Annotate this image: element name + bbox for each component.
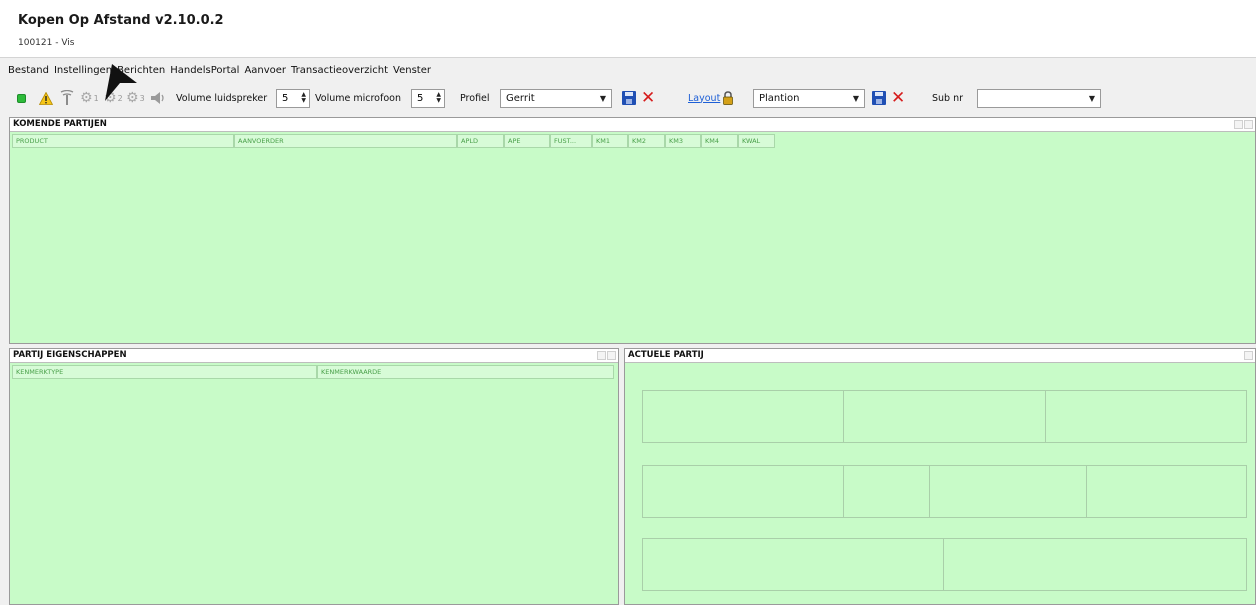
maximize-icon[interactable] (607, 351, 616, 360)
save-profile-button[interactable] (622, 84, 636, 112)
col-fust[interactable]: FUST... (550, 134, 592, 148)
col-apld[interactable]: APLD (457, 134, 504, 148)
menu-handelsportal[interactable]: HandelsPortal (170, 65, 239, 76)
subnr-label: Sub nr (932, 92, 964, 104)
profile-label: Profiel (460, 92, 490, 104)
layout-link[interactable]: Layout (688, 93, 720, 104)
restore-icon[interactable] (597, 351, 606, 360)
info-cell (642, 465, 844, 518)
col-product[interactable]: PRODUCT (12, 134, 234, 148)
panel-title: PARTIJ EIGENSCHAPPEN (13, 350, 127, 360)
col-ape[interactable]: APE (504, 134, 550, 148)
app-title: Kopen Op Afstand v2.10.0.2 (18, 13, 224, 28)
title-area: Kopen Op Afstand v2.10.0.2 100121 - Vis (0, 0, 1256, 58)
komende-partijen-panel: KOMENDE PARTIJEN PRODUCT AANVOERDER APLD… (9, 117, 1256, 344)
col-aanvoerder[interactable]: AANVOERDER (234, 134, 457, 148)
actuele-partij-panel: ACTUELE PARTIJ (624, 348, 1256, 605)
menu-aanvoer[interactable]: Aanvoer (244, 65, 286, 76)
save-icon (872, 91, 886, 105)
green-status-icon[interactable] (17, 84, 26, 112)
restore-icon[interactable] (1244, 351, 1253, 360)
info-cell (929, 465, 1087, 518)
panel-header: PARTIJ EIGENSCHAPPEN (10, 349, 618, 363)
close-icon: ✕ (641, 87, 656, 108)
restore-icon[interactable] (1234, 120, 1243, 129)
panel-header: ACTUELE PARTIJ (625, 349, 1255, 363)
save-layout-button[interactable] (872, 84, 886, 112)
panel-window-buttons (1233, 120, 1253, 129)
close-icon: ✕ (891, 87, 906, 108)
antenna-icon[interactable] (60, 84, 74, 112)
subnr-select[interactable]: ▼ (977, 88, 1101, 108)
chevron-down-icon[interactable]: ▼ (1089, 94, 1095, 103)
info-cell (843, 390, 1046, 443)
panel-window-buttons (1243, 351, 1253, 360)
menu-transactieoverzicht[interactable]: Transactieoverzicht (291, 65, 388, 76)
chevron-down-icon[interactable]: ▼ (853, 94, 859, 103)
panel-title: ACTUELE PARTIJ (628, 350, 704, 360)
col-km3[interactable]: KM3 (665, 134, 701, 148)
app-subtitle: 100121 - Vis (18, 38, 75, 48)
col-kwal[interactable]: KWAL (738, 134, 775, 148)
info-cell (943, 538, 1247, 591)
volume-mic-label: Volume microfoon (315, 92, 401, 104)
maximize-icon[interactable] (1244, 120, 1253, 129)
info-cell (1086, 465, 1247, 518)
app-window: Kopen Op Afstand v2.10.0.2 100121 - Vis … (0, 0, 1256, 605)
panel-window-buttons (596, 351, 616, 360)
spinner-arrows-icon[interactable]: ▲ ▼ (436, 92, 441, 104)
info-cell (642, 538, 944, 591)
volume-mic-spinner[interactable]: 5 ▲ ▼ (411, 88, 445, 108)
delete-profile-button[interactable]: ✕ (641, 84, 655, 112)
table-header: PRODUCT AANVOERDER APLD APE FUST... KM1 … (12, 134, 775, 148)
warning-icon[interactable] (39, 84, 53, 112)
lock-icon (722, 84, 734, 112)
profile-select[interactable]: Gerrit ▼ (500, 88, 612, 108)
col-km2[interactable]: KM2 (628, 134, 665, 148)
col-kenmerktype[interactable]: KENMERKTYPE (12, 365, 317, 379)
menu-bar: Bestand Instellingen Berichten HandelsPo… (0, 60, 1256, 80)
menu-bestand[interactable]: Bestand (8, 65, 49, 76)
layout-select[interactable]: Plantion ▼ (753, 88, 865, 108)
save-icon (622, 91, 636, 105)
mouse-cursor-icon (105, 64, 137, 101)
col-km1[interactable]: KM1 (592, 134, 628, 148)
partij-eigenschappen-panel: PARTIJ EIGENSCHAPPEN KENMERKTYPE KENMERK… (9, 348, 619, 605)
spinner-arrows-icon[interactable]: ▲ ▼ (301, 92, 306, 104)
col-km4[interactable]: KM4 (701, 134, 738, 148)
info-cell (843, 465, 930, 518)
chevron-down-icon[interactable]: ▼ (600, 94, 606, 103)
panel-title: KOMENDE PARTIJEN (13, 119, 107, 129)
menu-venster[interactable]: Venster (393, 65, 431, 76)
clock-1-icon[interactable]: ⚙ 1 (80, 84, 99, 112)
delete-layout-button[interactable]: ✕ (891, 84, 905, 112)
speaker-icon[interactable] (150, 84, 166, 112)
toolbar: ⚙ 1 ⚙ 2 ⚙ 3 Volume luidspreker 5 ▲ ▼ Volume … (0, 84, 1256, 112)
info-cell (642, 390, 844, 443)
table-header: KENMERKTYPE KENMERKWAARDE (12, 365, 614, 379)
info-cell (1045, 390, 1247, 443)
col-kenmerkwaarde[interactable]: KENMERKWAARDE (317, 365, 614, 379)
volume-speaker-label: Volume luidspreker (176, 92, 268, 104)
volume-speaker-spinner[interactable]: 5 ▲ ▼ (276, 88, 310, 108)
panel-header: KOMENDE PARTIJEN (10, 118, 1255, 132)
